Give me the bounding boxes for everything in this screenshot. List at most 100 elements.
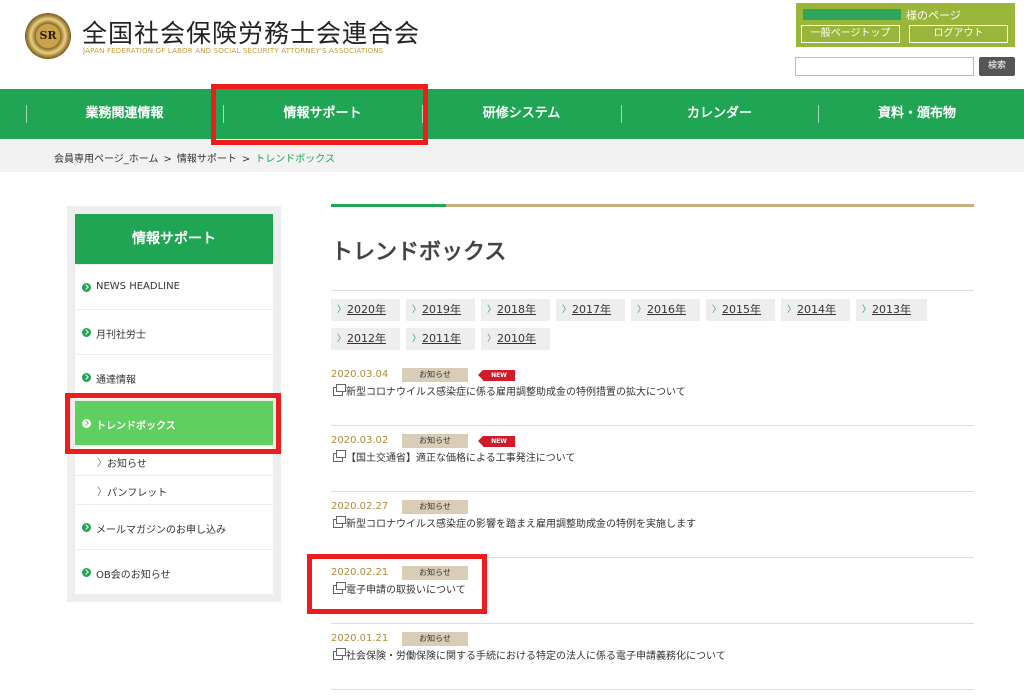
year-filter-2015[interactable]: 〉 2015年 xyxy=(706,299,775,321)
breadcrumb-link-info-support[interactable]: 情報サポート xyxy=(177,154,237,165)
year-label: 2016年 xyxy=(647,303,686,316)
year-label: 2014年 xyxy=(797,303,836,316)
annotation-highlight-news xyxy=(307,554,487,614)
year-filter-2013[interactable]: 〉 2013年 xyxy=(856,299,927,321)
sidebar-item-monthly-sharoushi[interactable]: 月刊社労士 xyxy=(75,310,273,354)
year-label: 2012年 xyxy=(347,332,386,345)
sidebar-subitem-label: パンフレット xyxy=(107,488,168,499)
sidebar-item-mail-magazine[interactable]: メールマガジンのお申し込み xyxy=(75,505,273,549)
title-rule-accent xyxy=(331,204,446,207)
news-item: 2020.03.04 お知らせ NEW 新型コロナウイルス感染症に係る雇用調整助… xyxy=(331,360,974,426)
chevron-right-icon: 〉 xyxy=(637,305,647,315)
site-header: SR 全国社会保険労務士会連合会 JAPAN FEDERATION OF LAB… xyxy=(0,0,1024,90)
arrow-circle-icon xyxy=(82,568,91,577)
sidebar-item-label: メールマガジンのお申し込み xyxy=(96,525,226,536)
news-date: 2020.03.02 xyxy=(331,435,389,446)
year-label: 2011年 xyxy=(422,332,461,345)
chevron-right-icon: 〉 xyxy=(337,305,347,315)
chevron-right-icon: 〉 xyxy=(97,487,107,498)
year-label: 2010年 xyxy=(497,332,536,345)
year-label: 2018年 xyxy=(497,303,536,316)
breadcrumb-link-home[interactable]: 会員専用ページ_ホーム xyxy=(54,154,159,165)
chevron-right-icon: 〉 xyxy=(787,305,797,315)
year-label: 2015年 xyxy=(722,303,761,316)
year-filter-2017[interactable]: 〉 2017年 xyxy=(556,299,625,321)
logout-button[interactable]: ログアウト xyxy=(909,25,1008,43)
site-subtitle: JAPAN FEDERATION OF LABOR AND SOCIAL SEC… xyxy=(83,47,384,55)
news-title-link[interactable]: 社会保険・労働保険に関する手続における特定の法人に係る電子申請義務化について xyxy=(346,647,726,662)
chevron-right-icon: 〉 xyxy=(862,305,872,315)
new-window-icon xyxy=(333,648,346,660)
year-filter-2014[interactable]: 〉 2014年 xyxy=(781,299,850,321)
breadcrumb-separator: > xyxy=(241,154,251,165)
sidebar-subitem-label: お知らせ xyxy=(107,459,147,470)
year-filter-2019[interactable]: 〉 2019年 xyxy=(406,299,475,321)
nav-item-materials[interactable]: 資料・頒布物 xyxy=(818,89,1016,139)
chevron-right-icon: 〉 xyxy=(487,334,497,344)
annotation-highlight-sidebar xyxy=(65,393,281,454)
logo-emblem-icon: SR xyxy=(39,29,57,42)
search-input[interactable] xyxy=(795,57,974,76)
arrow-circle-icon xyxy=(82,283,91,292)
news-date: 2020.03.04 xyxy=(331,369,389,380)
arrow-circle-icon xyxy=(82,328,91,337)
new-window-icon xyxy=(333,516,346,528)
year-filter-2012[interactable]: 〉 2012年 xyxy=(331,328,400,350)
sidebar-item-ob-news[interactable]: OB会のお知らせ xyxy=(75,550,273,594)
news-title-link[interactable]: 【国土交通省】適正な価格による工事発注について xyxy=(346,449,575,464)
new-window-icon xyxy=(333,384,346,396)
user-name-redacted xyxy=(803,9,901,20)
year-filter-2010[interactable]: 〉 2010年 xyxy=(481,328,550,350)
new-badge: NEW xyxy=(478,436,515,447)
user-page-label: 様のページ xyxy=(906,9,961,22)
breadcrumb-separator: > xyxy=(163,154,172,165)
arrow-circle-icon xyxy=(82,523,91,532)
divider xyxy=(331,290,974,291)
page-title: トレンドボックス xyxy=(331,240,507,265)
year-filter-2016[interactable]: 〉 2016年 xyxy=(631,299,700,321)
chevron-right-icon: 〉 xyxy=(412,305,422,315)
category-badge: お知らせ xyxy=(402,500,468,514)
year-filter-2018[interactable]: 〉 2018年 xyxy=(481,299,550,321)
category-badge: お知らせ xyxy=(402,434,468,448)
nav-item-calendar[interactable]: カレンダー xyxy=(621,89,818,139)
user-panel: 様のページ 一般ページトップ ログアウト xyxy=(796,3,1015,47)
chevron-right-icon: 〉 xyxy=(712,305,722,315)
chevron-right-icon: 〉 xyxy=(412,334,422,344)
news-item: 2020.01.21 お知らせ 社会保険・労働保険に関する手続における特定の法人… xyxy=(331,624,974,690)
arrow-circle-icon xyxy=(82,373,91,382)
breadcrumb: 会員専用ページ_ホーム > 情報サポート > トレンドボックス xyxy=(54,150,335,165)
breadcrumb-bar: 会員専用ページ_ホーム > 情報サポート > トレンドボックス xyxy=(0,139,1024,172)
chevron-right-icon: 〉 xyxy=(337,334,347,344)
chevron-right-icon: 〉 xyxy=(487,305,497,315)
category-badge: お知らせ xyxy=(402,632,468,646)
chevron-right-icon: 〉 xyxy=(97,458,107,469)
new-window-icon xyxy=(333,450,346,462)
nav-item-business-info[interactable]: 業務関連情報 xyxy=(26,89,223,139)
year-label: 2020年 xyxy=(347,303,386,316)
new-badge: NEW xyxy=(478,370,515,381)
sidebar-item-label: OB会のお知らせ xyxy=(96,570,171,581)
year-filter-2011[interactable]: 〉 2011年 xyxy=(406,328,475,350)
global-nav: 業務関連情報 情報サポート 研修システム カレンダー 資料・頒布物 xyxy=(0,89,1024,139)
news-item: 2020.02.27 お知らせ 新型コロナウイルス感染症の影響を踏まえ雇用調整助… xyxy=(331,492,974,558)
site-logo[interactable]: SR xyxy=(26,14,70,58)
year-label: 2019年 xyxy=(422,303,461,316)
sidebar-item-news-headline[interactable]: NEWS HEADLINE xyxy=(75,265,273,309)
news-title-link[interactable]: 新型コロナウイルス感染症に係る雇用調整助成金の特例措置の拡大について xyxy=(346,383,686,398)
search-button[interactable]: 検索 xyxy=(979,57,1015,76)
sidebar-item-label: 月刊社労士 xyxy=(96,330,146,341)
news-date: 2020.01.21 xyxy=(331,633,389,644)
year-label: 2017年 xyxy=(572,303,611,316)
year-filter-2020[interactable]: 〉 2020年 xyxy=(331,299,400,321)
annotation-highlight-nav xyxy=(211,84,428,145)
general-top-button[interactable]: 一般ページトップ xyxy=(801,25,900,43)
breadcrumb-current: トレンドボックス xyxy=(255,154,335,165)
news-title-link[interactable]: 新型コロナウイルス感染症の影響を踏まえ雇用調整助成金の特例を実施します xyxy=(346,515,696,530)
sidebar-item-label: 通達情報 xyxy=(96,375,136,386)
site-title[interactable]: 全国社会保険労務士会連合会 xyxy=(82,14,420,50)
nav-item-training-system[interactable]: 研修システム xyxy=(422,89,621,139)
year-label: 2013年 xyxy=(872,303,911,316)
category-badge: お知らせ xyxy=(402,368,468,382)
sidebar-subitem-pamphlets[interactable]: 〉 パンフレット xyxy=(75,476,273,504)
